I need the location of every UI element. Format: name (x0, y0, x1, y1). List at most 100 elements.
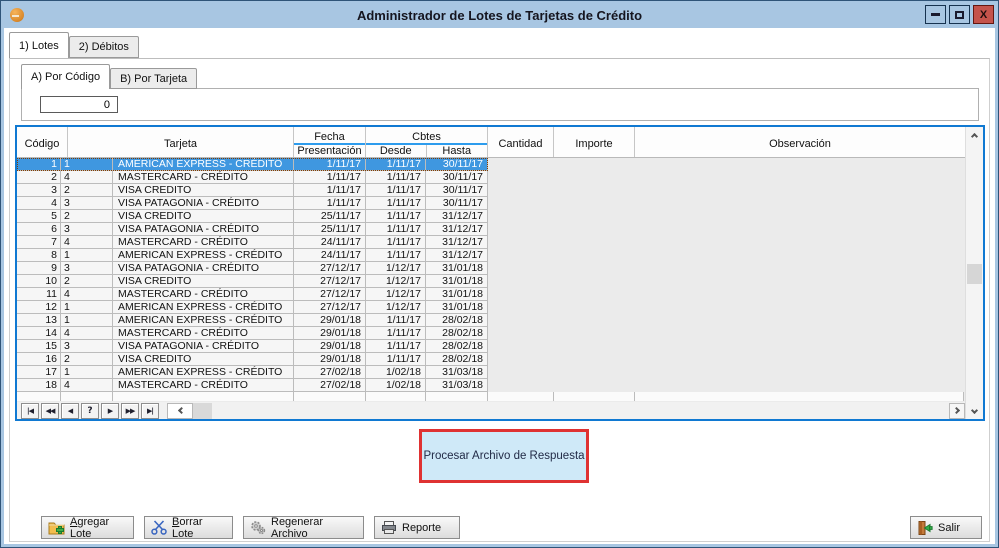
cell-codigo[interactable]: 3 (61, 340, 113, 353)
table-row[interactable]: 13 1 AMERICAN EXPRESS - CRÉDITO 29/01/18… (17, 314, 488, 327)
cell-row-number[interactable]: 17 (17, 366, 61, 379)
cell-tarjeta[interactable]: MASTERCARD - CRÉDITO (113, 379, 294, 392)
cell-row-number[interactable]: 3 (17, 184, 61, 197)
nav-fast-prior-button[interactable]: ◀◀ (41, 403, 59, 419)
cell-codigo[interactable]: 1 (61, 314, 113, 327)
scroll-right-button[interactable] (949, 403, 965, 419)
cell-codigo[interactable]: 3 (61, 262, 113, 275)
nav-next-button[interactable]: ▶ (101, 403, 119, 419)
horizontal-scrollbar[interactable] (167, 403, 965, 419)
cell-tarjeta[interactable]: VISA CREDITO (113, 275, 294, 288)
table-row[interactable]: 9 3 VISA PATAGONIA - CRÉDITO 27/12/17 1/… (17, 262, 488, 275)
header-cantidad[interactable]: Cantidad (488, 127, 554, 157)
cell-hasta[interactable]: 30/11/17 (426, 158, 488, 171)
cell-presentacion[interactable]: 27/12/17 (294, 262, 366, 275)
cell-codigo[interactable]: 1 (61, 158, 113, 171)
cell-tarjeta[interactable]: VISA PATAGONIA - CRÉDITO (113, 197, 294, 210)
cell-hasta[interactable]: 31/01/18 (426, 288, 488, 301)
cell-row-number[interactable]: 7 (17, 236, 61, 249)
cell-row-number[interactable]: 15 (17, 340, 61, 353)
cell-tarjeta[interactable]: AMERICAN EXPRESS - CRÉDITO (113, 314, 294, 327)
table-row[interactable]: 15 3 VISA PATAGONIA - CRÉDITO 29/01/18 1… (17, 340, 488, 353)
salir-button[interactable]: Salir (910, 516, 982, 539)
cell-presentacion[interactable]: 29/01/18 (294, 314, 366, 327)
table-row[interactable]: 12 1 AMERICAN EXPRESS - CRÉDITO 27/12/17… (17, 301, 488, 314)
cell-tarjeta[interactable]: VISA PATAGONIA - CRÉDITO (113, 340, 294, 353)
cell-presentacion[interactable]: 27/02/18 (294, 366, 366, 379)
cell-codigo[interactable]: 2 (61, 184, 113, 197)
nav-last-button[interactable]: ▶| (141, 403, 159, 419)
cell-desde[interactable]: 1/11/17 (366, 210, 426, 223)
cell-presentacion[interactable]: 27/12/17 (294, 288, 366, 301)
cell-desde[interactable]: 1/11/17 (366, 197, 426, 210)
table-row[interactable]: 1 1 AMERICAN EXPRESS - CRÉDITO 1/11/17 1… (17, 158, 488, 171)
cell-presentacion[interactable]: 27/12/17 (294, 301, 366, 314)
cell-desde[interactable]: 1/11/17 (366, 353, 426, 366)
cell-tarjeta[interactable]: AMERICAN EXPRESS - CRÉDITO (113, 158, 294, 171)
cell-tarjeta[interactable]: VISA CREDITO (113, 184, 294, 197)
table-row[interactable]: 7 4 MASTERCARD - CRÉDITO 24/11/17 1/11/1… (17, 236, 488, 249)
cell-hasta[interactable]: 30/11/17 (426, 171, 488, 184)
tab-debitos[interactable]: 2) Débitos (69, 36, 139, 58)
cell-presentacion[interactable]: 27/12/17 (294, 275, 366, 288)
cell-hasta[interactable]: 31/03/18 (426, 366, 488, 379)
cell-row-number[interactable]: 14 (17, 327, 61, 340)
cell-codigo[interactable]: 2 (61, 353, 113, 366)
cell-codigo[interactable]: 2 (61, 275, 113, 288)
cell-desde[interactable]: 1/12/17 (366, 301, 426, 314)
cell-hasta[interactable]: 31/01/18 (426, 262, 488, 275)
cell-hasta[interactable]: 28/02/18 (426, 340, 488, 353)
cell-desde[interactable]: 1/11/17 (366, 223, 426, 236)
horizontal-scroll-thumb[interactable] (193, 403, 212, 419)
cell-codigo[interactable]: 4 (61, 379, 113, 392)
cell-hasta[interactable]: 30/11/17 (426, 197, 488, 210)
cell-desde[interactable]: 1/11/17 (366, 327, 426, 340)
cell-row-number[interactable]: 5 (17, 210, 61, 223)
cell-presentacion[interactable]: 27/02/18 (294, 379, 366, 392)
cell-desde[interactable]: 1/12/17 (366, 275, 426, 288)
tab-por-tarjeta[interactable]: B) Por Tarjeta (110, 68, 197, 89)
header-importe[interactable]: Importe (554, 127, 635, 157)
cell-desde[interactable]: 1/11/17 (366, 184, 426, 197)
cell-row-number[interactable]: 13 (17, 314, 61, 327)
cell-row-number[interactable]: 6 (17, 223, 61, 236)
cell-row-number[interactable]: 1 (17, 158, 61, 171)
cell-hasta[interactable]: 31/12/17 (426, 210, 488, 223)
cell-tarjeta[interactable]: AMERICAN EXPRESS - CRÉDITO (113, 301, 294, 314)
cell-row-number[interactable]: 10 (17, 275, 61, 288)
cell-codigo[interactable]: 1 (61, 301, 113, 314)
cell-tarjeta[interactable]: VISA CREDITO (113, 210, 294, 223)
table-row[interactable]: 17 1 AMERICAN EXPRESS - CRÉDITO 27/02/18… (17, 366, 488, 379)
cell-presentacion[interactable]: 29/01/18 (294, 353, 366, 366)
cell-hasta[interactable]: 31/01/18 (426, 275, 488, 288)
cell-hasta[interactable]: 31/01/18 (426, 301, 488, 314)
nav-fast-next-button[interactable]: ▶▶ (121, 403, 139, 419)
table-row[interactable]: 14 4 MASTERCARD - CRÉDITO 29/01/18 1/11/… (17, 327, 488, 340)
cell-desde[interactable]: 1/02/18 (366, 379, 426, 392)
table-row[interactable]: 4 3 VISA PATAGONIA - CRÉDITO 1/11/17 1/1… (17, 197, 488, 210)
cell-tarjeta[interactable]: MASTERCARD - CRÉDITO (113, 236, 294, 249)
cell-codigo[interactable]: 4 (61, 327, 113, 340)
cell-hasta[interactable]: 30/11/17 (426, 184, 488, 197)
cell-tarjeta[interactable]: VISA PATAGONIA - CRÉDITO (113, 262, 294, 275)
cell-presentacion[interactable]: 1/11/17 (294, 171, 366, 184)
cell-hasta[interactable]: 28/02/18 (426, 327, 488, 340)
cell-presentacion[interactable]: 25/11/17 (294, 223, 366, 236)
cell-codigo[interactable]: 3 (61, 223, 113, 236)
cell-presentacion[interactable]: 25/11/17 (294, 210, 366, 223)
cell-desde[interactable]: 1/02/18 (366, 366, 426, 379)
cell-tarjeta[interactable]: AMERICAN EXPRESS - CRÉDITO (113, 366, 294, 379)
vertical-scroll-thumb[interactable] (967, 264, 982, 284)
procesar-archivo-button[interactable]: Procesar Archivo de Respuesta (419, 429, 589, 483)
table-row[interactable]: 18 4 MASTERCARD - CRÉDITO 27/02/18 1/02/… (17, 379, 488, 392)
cell-desde[interactable]: 1/11/17 (366, 158, 426, 171)
maximize-button[interactable] (949, 5, 970, 24)
table-row[interactable]: 6 3 VISA PATAGONIA - CRÉDITO 25/11/17 1/… (17, 223, 488, 236)
cell-tarjeta[interactable]: VISA CREDITO (113, 353, 294, 366)
nav-first-button[interactable]: |◀ (21, 403, 39, 419)
cell-row-number[interactable]: 18 (17, 379, 61, 392)
cell-presentacion[interactable]: 29/01/18 (294, 340, 366, 353)
cell-hasta[interactable]: 31/03/18 (426, 379, 488, 392)
cell-row-number[interactable]: 4 (17, 197, 61, 210)
cell-row-number[interactable]: 11 (17, 288, 61, 301)
